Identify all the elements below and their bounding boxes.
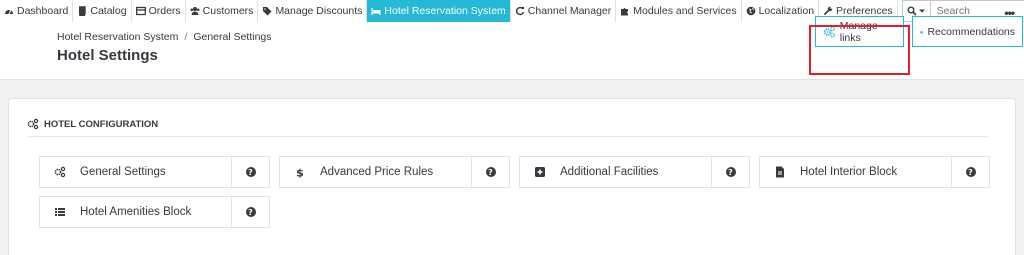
nav-item-modules-and-services[interactable]: Modules and Services	[616, 0, 742, 22]
refresh-icon	[515, 6, 524, 16]
hotel-configuration-panel: HOTEL CONFIGURATION General Settings ? $…	[8, 98, 1016, 255]
tile-hotel-amenities-block[interactable]: Hotel Amenities Block ?	[39, 196, 270, 228]
question-circle-icon: ?	[965, 167, 976, 177]
highlight-box	[809, 25, 910, 75]
tile-label: Additional Facilities	[560, 166, 659, 178]
caret-down-icon	[919, 9, 926, 13]
nav-label: Manage Discounts	[275, 5, 363, 17]
help-button[interactable]: ?	[951, 157, 989, 187]
help-button[interactable]: ?	[231, 197, 269, 227]
tile-link[interactable]: Additional Facilities	[520, 157, 711, 187]
users-icon	[190, 7, 200, 15]
nav-item-catalog[interactable]: Catalog	[73, 0, 132, 22]
nav-item-channel-manager[interactable]: Channel Manager	[511, 0, 617, 22]
orders-icon	[135, 6, 146, 16]
cogs-icon	[54, 166, 66, 178]
nav-item-customers[interactable]: Customers	[186, 0, 259, 22]
tile-link[interactable]: Hotel Interior Block	[760, 157, 951, 187]
tag-icon	[263, 7, 272, 16]
file-icon	[774, 166, 786, 178]
nav-item-hotel-reservation-system[interactable]: Hotel Reservation System	[367, 0, 511, 22]
page-title: Hotel Settings	[57, 47, 158, 64]
panel-heading-label: HOTEL CONFIGURATION	[44, 118, 159, 130]
nav-item-dashboard[interactable]: Dashboard	[0, 0, 74, 22]
dollar-icon: $	[294, 166, 306, 179]
question-circle-icon: ?	[725, 167, 736, 177]
nav-label: Customers	[202, 5, 254, 17]
breadcrumb-item: General Settings	[193, 31, 272, 43]
tile-hotel-interior-block[interactable]: Hotel Interior Block ?	[759, 156, 990, 188]
tile-general-settings[interactable]: General Settings ?	[39, 156, 270, 188]
help-button[interactable]: ?	[231, 157, 269, 187]
dashboard-icon	[5, 9, 13, 15]
recommendations-label: Recommendations	[927, 25, 1015, 38]
panel-heading: HOTEL CONFIGURATION	[27, 118, 158, 130]
question-circle-icon: ?	[245, 207, 256, 217]
tile-link[interactable]: General Settings	[40, 157, 231, 187]
tile-link[interactable]: $ Advanced Price Rules	[280, 157, 471, 187]
nav-label: Orders	[148, 5, 181, 17]
puzzle-icon	[920, 30, 923, 33]
tile-link[interactable]: Hotel Amenities Block	[40, 197, 231, 227]
question-circle-icon: ?	[245, 167, 256, 177]
tile-label: General Settings	[80, 166, 166, 178]
svg-text:$: $	[296, 167, 304, 179]
tile-label: Hotel Amenities Block	[80, 206, 192, 218]
help-button[interactable]: ?	[471, 157, 509, 187]
nav-label: Channel Manager	[527, 5, 612, 17]
question-circle-icon: ?	[485, 167, 496, 177]
cogs-icon	[27, 118, 39, 130]
divider	[27, 136, 989, 137]
nav-label: Catalog	[90, 5, 127, 17]
bed-icon	[371, 8, 381, 15]
help-button[interactable]: ?	[711, 157, 749, 187]
puzzle-icon	[621, 8, 629, 16]
wrench-icon	[823, 6, 833, 16]
book-icon	[79, 6, 87, 16]
search-icon	[907, 6, 917, 16]
nav-label: Modules and Services	[633, 5, 737, 17]
plus-square-icon	[534, 166, 546, 178]
nav-label: Dashboard	[17, 5, 69, 17]
tile-additional-facilities[interactable]: Additional Facilities ?	[519, 156, 750, 188]
nav-item-localization[interactable]: Localization	[742, 0, 820, 22]
breadcrumb: Hotel Reservation System / General Setting…	[57, 31, 272, 43]
breadcrumb-separator: /	[184, 31, 188, 43]
recommendations-button[interactable]: Recommendations	[912, 16, 1023, 47]
nav-label: Hotel Reservation System	[384, 5, 506, 17]
tile-advanced-price-rules[interactable]: $ Advanced Price Rules ?	[279, 156, 510, 188]
breadcrumb-item[interactable]: Hotel Reservation System	[57, 31, 178, 43]
tile-label: Advanced Price Rules	[320, 166, 434, 178]
nav-item-orders[interactable]: Orders	[132, 0, 186, 22]
list-icon	[54, 206, 66, 218]
nav-label: Localization	[758, 5, 815, 17]
nav-item-manage-discounts[interactable]: Manage Discounts	[258, 0, 368, 22]
globe-icon	[746, 6, 755, 16]
tile-label: Hotel Interior Block	[800, 166, 898, 178]
